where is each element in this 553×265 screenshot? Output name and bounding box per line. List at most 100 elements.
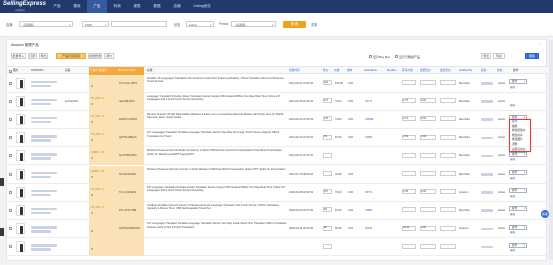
max-price-input[interactable] <box>440 98 456 104</box>
sales-rank[interactable]: 95774 <box>365 100 372 103</box>
edit-link[interactable]: 编辑 <box>510 104 515 107</box>
link-icon[interactable]: ∞ <box>91 212 93 215</box>
min-price-input[interactable] <box>420 80 436 85</box>
price-input[interactable] <box>323 243 332 249</box>
table-row[interactable]: A0002 × 15 ∞ S2-W7RLX8VA Wireless Presenter… <box>7 147 548 166</box>
product-title[interactable]: Remote Scanner 3D QR Data Hidden Wireles… <box>147 113 287 127</box>
product-image[interactable] <box>16 132 25 144</box>
stock-price-input[interactable] <box>402 152 416 158</box>
collapse-icon[interactable]: − <box>540 42 542 47</box>
link-icon[interactable]: ∞ <box>91 248 93 251</box>
product-title[interactable]: Cordless Portable Voice Processor, Profe… <box>147 204 287 218</box>
product-image[interactable] <box>16 186 25 198</box>
nav-item-products[interactable]: 产品 <box>47 0 67 13</box>
table-row[interactable]: P2_003 × 1 ∞ D2GF3YXZ3F3 Remote Scanner 3D … <box>7 110 548 130</box>
store-select[interactable]: --请选择-- ▾ <box>19 20 73 27</box>
side-tab-icon[interactable] <box>0 228 4 236</box>
product-code[interactable]: P2_003 × 1 <box>91 97 116 100</box>
edit-link[interactable]: 编辑 <box>510 195 515 198</box>
stock-price-input[interactable] <box>402 171 416 176</box>
actions-button[interactable]: 操作▾ <box>509 206 527 212</box>
sync-button[interactable]: 同步 <box>28 53 37 59</box>
product-title[interactable]: Wireless Presenter Remote Radio Frequenc… <box>147 149 287 163</box>
table-row[interactable]: P2_003 × 1 ∞ P2-L10T7-5SB Cordless Portable… <box>7 201 548 221</box>
product-title[interactable]: Language Translator Portable Instant Tra… <box>147 95 287 109</box>
max-price-input[interactable] <box>440 134 456 140</box>
max-price-input[interactable] <box>440 207 456 213</box>
field-type-select[interactable]: ASIN ▾ <box>82 20 109 27</box>
max-price-input[interactable] <box>440 116 456 122</box>
product-code[interactable]: P2_003 × 1 <box>91 115 116 118</box>
table-row[interactable]: anchanb18 P2_003 × 1 ∞ rkybp0813X3 Language … <box>7 92 548 111</box>
table-row[interactable]: ∞ AQTW1ZN4MJ3H 107 Languages Translator Po… <box>7 220 548 239</box>
link-icon[interactable]: ∞ <box>91 230 93 233</box>
table-row[interactable]: ∞ CT-LCGL-1BP1 Portable 16 Languages Trans… <box>7 74 548 93</box>
max-price-input[interactable] <box>440 189 456 195</box>
max-price-input[interactable] <box>440 80 456 85</box>
row-checkbox[interactable] <box>8 208 12 212</box>
actions-button[interactable]: 操作▾ <box>509 170 527 175</box>
list-view-button[interactable]: 列表 <box>493 53 505 59</box>
price-input[interactable] <box>323 171 332 176</box>
show-deleted-toggle[interactable]: 显示已删除产品 <box>395 55 420 59</box>
menu-item-auto-price[interactable]: 设置自动价 <box>510 148 530 153</box>
table-row[interactable]: ∞ 操作 ▾ 编辑 <box>7 238 548 257</box>
actions-button[interactable]: 操作▾ <box>509 79 527 84</box>
select-all-checkbox[interactable] <box>8 69 12 73</box>
product-code[interactable]: A0002 × 15 <box>91 170 116 173</box>
export-button[interactable]: 导出 <box>481 53 491 59</box>
link-icon[interactable]: ∞ <box>91 194 93 197</box>
chat-button[interactable]: 客服 <box>541 210 549 218</box>
sales-rank[interactable]: 235989 <box>365 118 374 121</box>
product-image[interactable] <box>16 150 25 162</box>
product-code[interactable]: P2_003 × 1 <box>91 206 116 209</box>
refresh-button[interactable]: 刷新 <box>525 53 539 59</box>
table-row[interactable]: P2_003 × 1 ∞ QWTFHJ8N2G 107 Languages Trans… <box>7 129 548 148</box>
edit-link[interactable]: 编辑 <box>510 213 515 216</box>
status-select[interactable]: Active ▾ <box>186 20 214 27</box>
product-image[interactable] <box>16 223 25 235</box>
max-price-input[interactable] <box>440 171 456 176</box>
nav-item-follow[interactable]: 跟卖 <box>67 0 87 13</box>
sales-rank[interactable]: 33983 <box>365 136 372 139</box>
nav-item-profit[interactable]: 利润 <box>107 0 127 13</box>
row-checkbox[interactable] <box>8 190 12 194</box>
price-input[interactable] <box>323 152 332 158</box>
min-price-input[interactable] <box>420 207 436 213</box>
reset-link[interactable]: 重置 <box>311 22 317 27</box>
edit-link[interactable]: 编辑 <box>510 177 515 180</box>
sales-rank[interactable]: 95774 <box>365 191 372 194</box>
table-row[interactable]: A0002 × 15 ∞ S2-D4VDAJ83 Wireless Presenter… <box>7 165 548 184</box>
bulk-import-button[interactable]: 批量导入 <box>11 53 26 59</box>
row-checkbox[interactable] <box>8 136 12 140</box>
sales-rank[interactable]: 33983 <box>365 209 372 212</box>
edit-link[interactable]: 编辑 <box>510 86 515 89</box>
show-buybox-toggle[interactable]: 显示Buy Box <box>369 55 390 59</box>
product-title[interactable]: 107 Languages Translator Portable Langua… <box>147 131 287 145</box>
product-code[interactable]: P2_003 × 1 <box>91 133 116 136</box>
bulk-edit-button[interactable]: 批量修改 <box>88 53 102 59</box>
export-button-left[interactable]: 导出 <box>39 53 48 59</box>
link-icon[interactable]: ∞ <box>91 176 93 179</box>
reprice-button[interactable]: 调价 <box>104 53 114 59</box>
nav-item-reports[interactable]: 报表 <box>127 0 147 13</box>
product-code[interactable]: A0002 × 15 <box>91 151 116 154</box>
nav-item-listing[interactable]: Listing优化 <box>187 0 217 13</box>
profit-calc-button[interactable]: 产品利润测算 <box>56 53 86 59</box>
product-title[interactable] <box>147 240 287 254</box>
search-button[interactable]: 搜 索 <box>283 20 306 28</box>
max-price-input[interactable] <box>440 225 456 231</box>
sales-rank[interactable]: 95663 <box>365 227 372 230</box>
brand-logo[interactable]: SellingExpress 卖家精灵 <box>3 1 46 12</box>
nav-item-data[interactable]: 数据 <box>147 0 167 13</box>
link-icon[interactable]: ∞ <box>91 157 93 160</box>
row-checkbox[interactable] <box>8 172 12 176</box>
actions-button[interactable]: 操作▾ <box>509 151 527 157</box>
nav-item-stores[interactable]: 店铺 <box>167 0 187 13</box>
row-checkbox[interactable] <box>8 81 12 85</box>
row-checkbox[interactable] <box>8 227 12 231</box>
edit-link[interactable]: 编辑 <box>510 249 515 252</box>
edit-link[interactable]: 编辑 <box>510 231 515 234</box>
product-image[interactable] <box>16 77 25 89</box>
stock-price-input[interactable] <box>402 207 416 213</box>
